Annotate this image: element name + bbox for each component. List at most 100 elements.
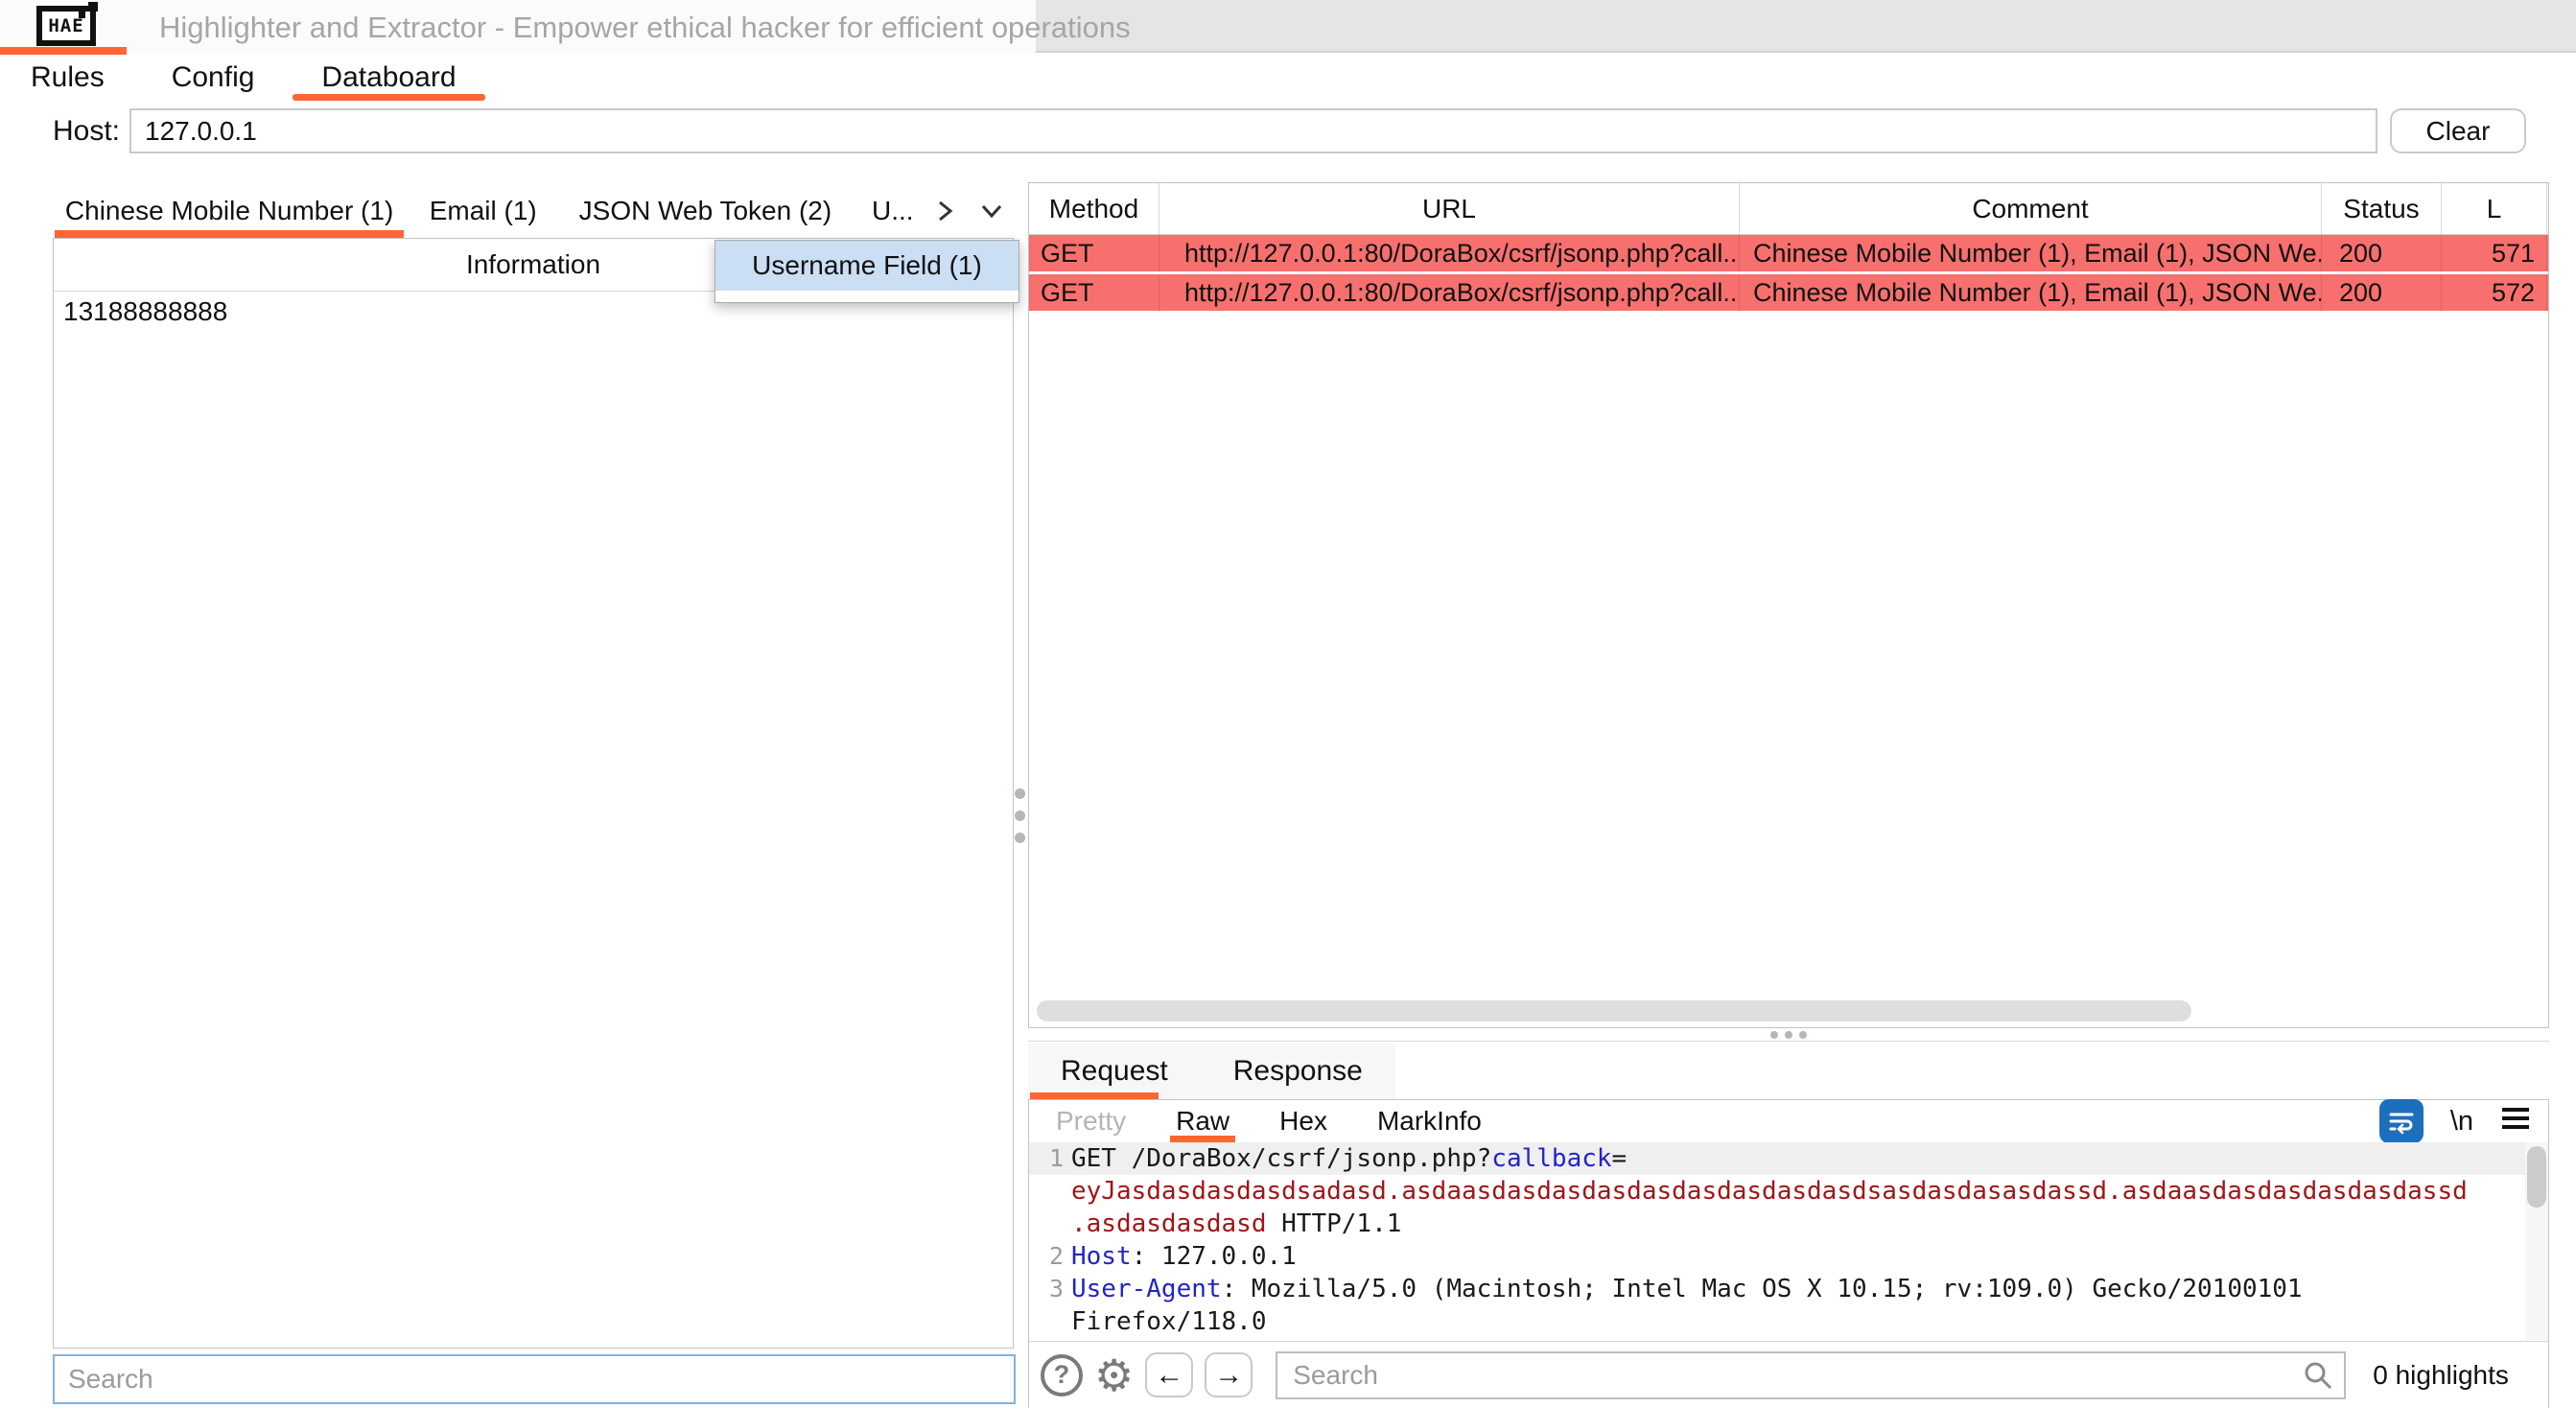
subtab-markinfo[interactable]: MarkInfo [1377, 1100, 1482, 1142]
cell: 200 [2322, 235, 2442, 271]
line-text: .asdasdasdasd HTTP/1.1 [1064, 1208, 1401, 1240]
subtab-pretty[interactable]: Pretty [1056, 1100, 1126, 1142]
token: callback [1491, 1144, 1611, 1173]
main-tab-bar: Rules Config Databoard [0, 55, 2576, 101]
word-wrap-icon[interactable] [2379, 1099, 2424, 1143]
information-search-input[interactable] [53, 1354, 1016, 1404]
column-header-l[interactable]: L [2442, 183, 2547, 234]
cell: http://127.0.0.1:80/DoraBox/csrf/jsonp.p… [1159, 274, 1740, 311]
line-text: eyJasdasdasdasdsadasd.asdaasdasdasdasdas… [1064, 1175, 2468, 1208]
token: = [1612, 1144, 1628, 1173]
line-text: User-Agent: Mozilla/5.0 (Macintosh; Inte… [1064, 1273, 2303, 1305]
token: : 127.0.0.1 [1132, 1242, 1297, 1271]
hamburger-menu-icon[interactable] [2500, 1106, 2531, 1138]
dropdown-item[interactable]: Username Field (1) [715, 241, 1019, 291]
cell: Chinese Mobile Number (1), Email (1), JS… [1740, 235, 2322, 271]
column-header-method[interactable]: Method [1029, 183, 1159, 234]
datatype-tab-3[interactable]: U... [851, 184, 935, 238]
window-tab-bar: HAE Highlighter and Extractor - Empower … [0, 0, 2576, 53]
cell: 572 [2442, 274, 2547, 311]
editor-search-toolbar: ? ⚙ ← → 0 highlights [1029, 1341, 2548, 1408]
token: : Mozilla/5.0 (Macintosh; Intel Mac OS X… [1222, 1275, 2303, 1303]
cell: GET [1029, 235, 1159, 271]
tab-response[interactable]: Response [1201, 1044, 1395, 1099]
cell: http://127.0.0.1:80/DoraBox/csrf/jsonp.p… [1159, 235, 1740, 271]
previous-match-button[interactable]: ← [1145, 1352, 1193, 1397]
requests-table-header: MethodURLCommentStatusL [1029, 183, 2548, 235]
line-number: 3 [1029, 1273, 1064, 1305]
tab-overflow-controls [935, 197, 1012, 225]
token: HTTP/1.1 [1267, 1209, 1402, 1238]
tab-request[interactable]: Request [1028, 1044, 1201, 1099]
datatype-tab-0[interactable]: Chinese Mobile Number (1) [53, 184, 406, 238]
table-row[interactable]: GEThttp://127.0.0.1:80/DoraBox/csrf/json… [1029, 274, 2548, 311]
table-row[interactable]: GEThttp://127.0.0.1:80/DoraBox/csrf/json… [1029, 235, 2548, 271]
host-input[interactable] [129, 108, 2377, 153]
highlights-count: 0 highlights [2373, 1360, 2509, 1391]
search-icon [2302, 1359, 2334, 1392]
cell: GET [1029, 274, 1159, 311]
datatype-tab-1[interactable]: Email (1) [406, 184, 560, 238]
cell: 571 [2442, 235, 2547, 271]
cell: Chinese Mobile Number (1), Email (1), JS… [1740, 274, 2322, 311]
raw-request-view[interactable]: 1GET /DoraBox/csrf/jsonp.php?callback=ey… [1029, 1142, 2548, 1340]
line-text: GET /DoraBox/csrf/jsonp.php?callback= [1064, 1142, 1627, 1175]
editor-search-box [1276, 1351, 2346, 1399]
newline-icon[interactable]: \n [2450, 1106, 2473, 1138]
horizontal-splitter-handle[interactable] [1028, 1029, 2549, 1042]
editor-line: 1GET /DoraBox/csrf/jsonp.php?callback= [1029, 1142, 2548, 1175]
gear-icon[interactable]: ⚙ [1094, 1353, 1134, 1397]
editor-line: eyJasdasdasdasdsadasd.asdaasdasdasdasdas… [1029, 1175, 2548, 1208]
line-number: 2 [1029, 1240, 1064, 1273]
subtab-raw[interactable]: Raw [1176, 1100, 1229, 1142]
host-bar: Host: Clear [0, 101, 2576, 160]
subtab-hex[interactable]: Hex [1279, 1100, 1327, 1142]
line-text: Host: 127.0.0.1 [1064, 1240, 1297, 1273]
column-header-status[interactable]: Status [2322, 183, 2442, 234]
token: Firefox/118.0 [1071, 1307, 1267, 1336]
line-number [1029, 1305, 1064, 1338]
message-editor: Pretty Raw Hex MarkInfo \n 1GET /DoraBox/cs… [1028, 1099, 2549, 1408]
editor-line: Firefox/118.0 [1029, 1305, 2548, 1338]
editor-line: .asdasdasdasd HTTP/1.1 [1029, 1208, 2548, 1240]
datatype-tab-bar: Chinese Mobile Number (1)Email (1)JSON W… [53, 184, 1012, 238]
tab-config[interactable]: Config [166, 55, 261, 101]
requests-table: MethodURLCommentStatusL GEThttp://127.0.… [1028, 182, 2549, 1028]
help-icon[interactable]: ? [1041, 1354, 1083, 1396]
line-text: Firefox/118.0 [1064, 1305, 1267, 1338]
next-match-button[interactable]: → [1205, 1352, 1253, 1397]
clear-button[interactable]: Clear [2390, 108, 2526, 153]
chevron-down-icon[interactable] [977, 200, 1006, 222]
token: .asdasdasdasd [1071, 1209, 1267, 1238]
window-title: Highlighter and Extractor - Empower ethi… [159, 11, 1131, 45]
editor-subtab-bar: Pretty Raw Hex MarkInfo \n [1029, 1100, 2548, 1142]
line-number [1029, 1208, 1064, 1240]
column-header-url[interactable]: URL [1159, 183, 1740, 234]
information-table: Information 13188888888 [53, 238, 1014, 1349]
editor-line: 2Host: 127.0.0.1 [1029, 1240, 2548, 1273]
logo-pencil-icon [88, 2, 98, 12]
editor-line: 3User-Agent: Mozilla/5.0 (Macintosh; Int… [1029, 1273, 2548, 1305]
message-editor-tab-bar: RequestResponse [1028, 1044, 1395, 1099]
vertical-splitter-handle[interactable] [1015, 788, 1025, 843]
logo-pencil-icon [79, 12, 85, 18]
datatype-overflow-dropdown: Username Field (1) [714, 240, 1019, 303]
editor-subtab-icons: \n [2379, 1100, 2531, 1142]
chevron-right-icon[interactable] [935, 197, 956, 225]
tab-rules[interactable]: Rules [25, 55, 110, 101]
line-number: 1 [1029, 1142, 1064, 1175]
editor-search-input[interactable] [1291, 1359, 2302, 1392]
hae-window-tab[interactable]: HAE Highlighter and Extractor - Empower … [0, 0, 1036, 53]
token: User-Agent [1071, 1275, 1222, 1303]
line-number [1029, 1175, 1064, 1208]
editor-scrollbar-thumb[interactable] [2527, 1146, 2546, 1208]
horizontal-scrollbar[interactable] [1037, 1000, 2191, 1021]
column-header-comment[interactable]: Comment [1740, 183, 2322, 234]
editor-scrollbar-track[interactable] [2525, 1142, 2548, 1340]
datatype-tab-2[interactable]: JSON Web Token (2) [560, 184, 850, 238]
token: Host [1071, 1242, 1132, 1271]
tab-databoard[interactable]: Databoard [316, 55, 461, 101]
cell: 200 [2322, 274, 2442, 311]
host-label: Host: [53, 115, 120, 148]
token: GET /DoraBox/csrf/jsonp.php? [1071, 1144, 1491, 1173]
